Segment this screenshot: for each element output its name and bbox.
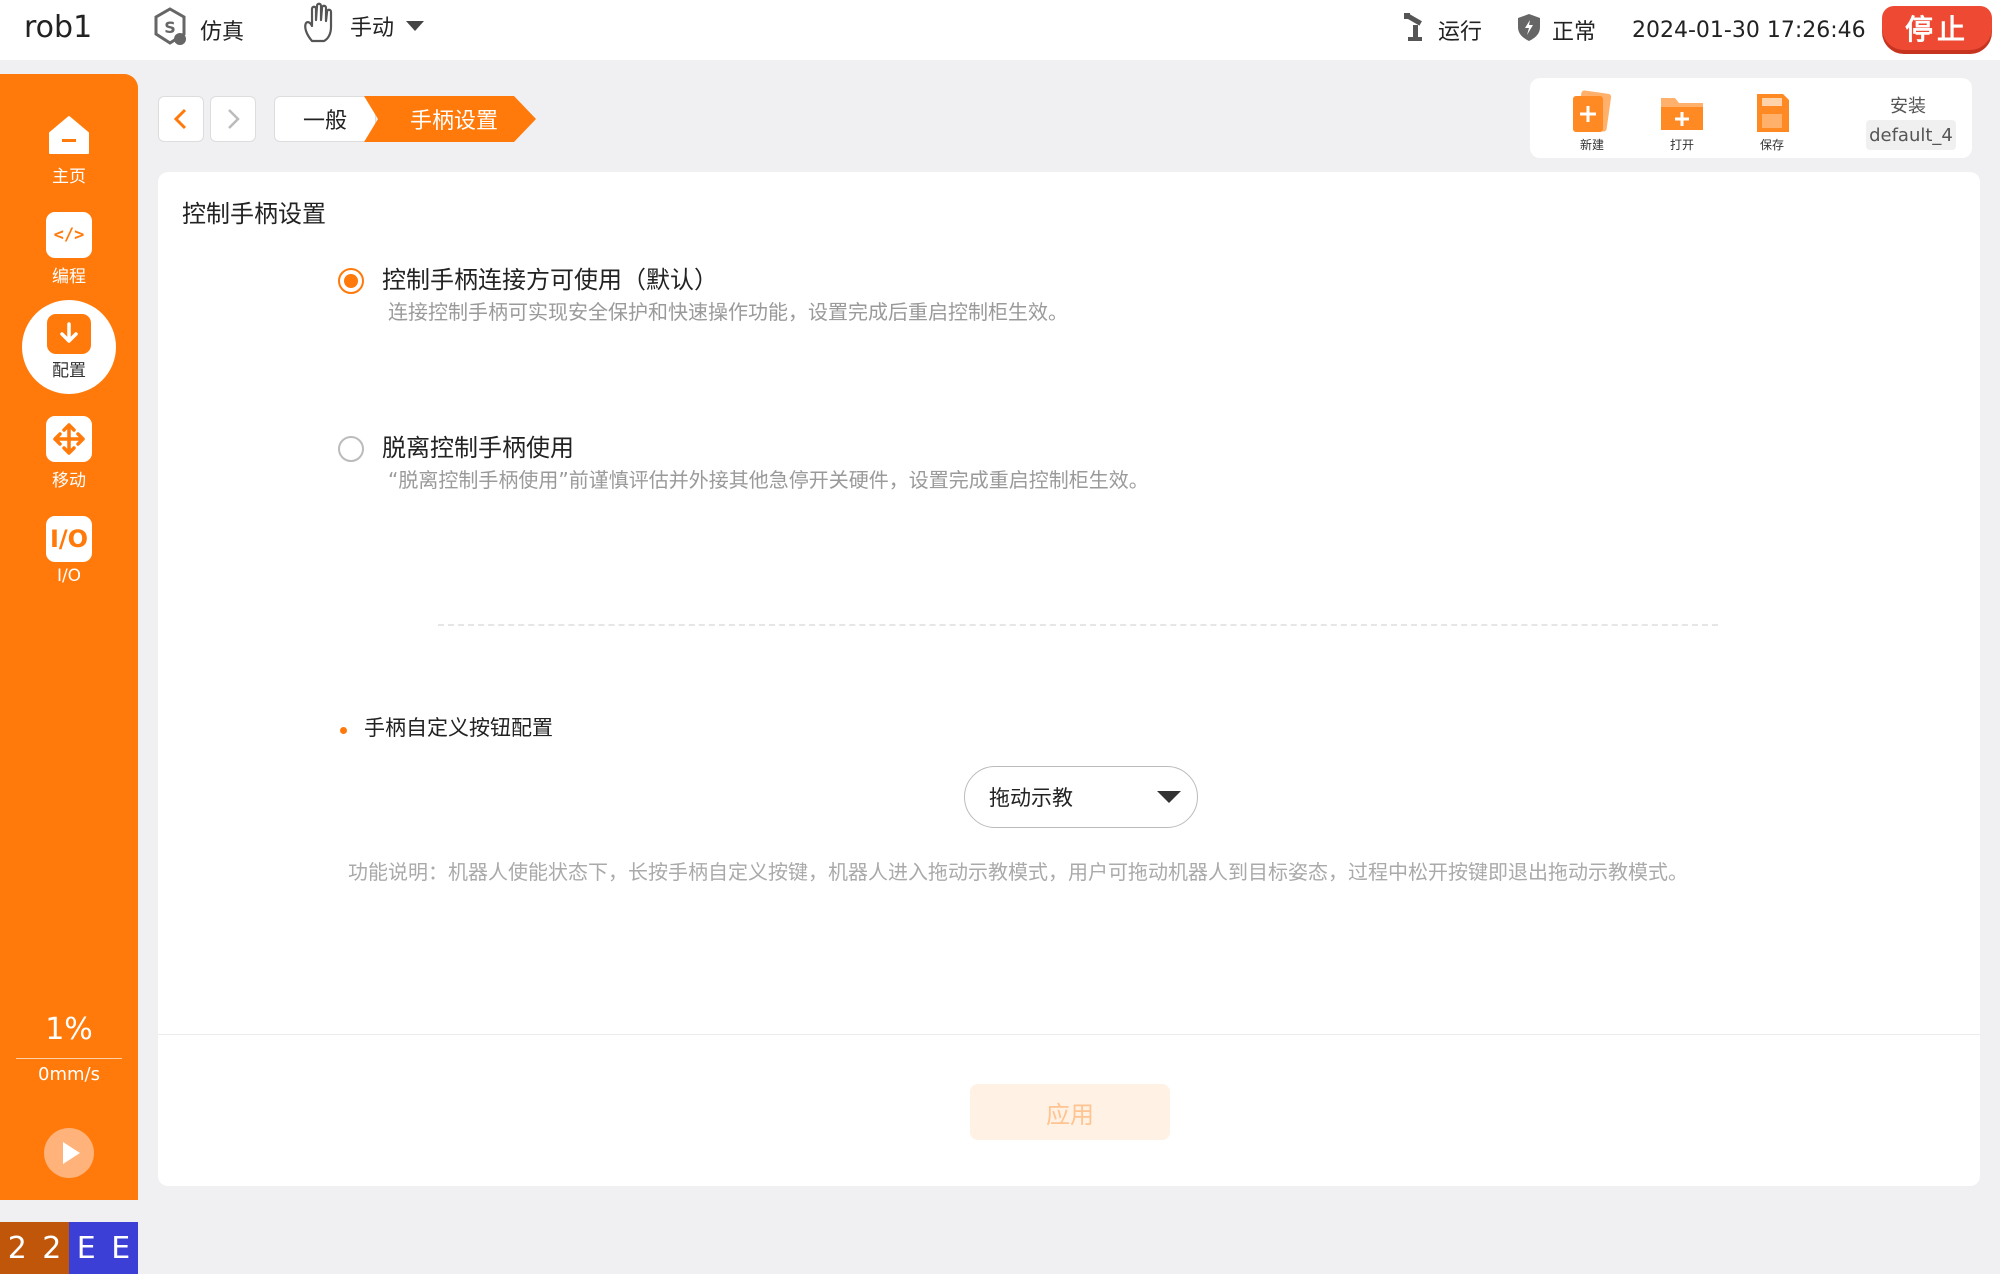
bullet-dot (340, 727, 347, 734)
svg-text:</>: </> (54, 225, 85, 245)
status-char: 2 (0, 1222, 35, 1274)
datetime: 2024-01-30 17:26:46 (1632, 17, 1866, 43)
play-icon (63, 1142, 80, 1164)
chevron-down-icon (1157, 791, 1181, 803)
sidebar-item-label: 编程 (52, 267, 86, 287)
custom-button-label: 手柄自定义按钮配置 (364, 716, 553, 740)
chevron-left-icon (173, 108, 187, 130)
back-button[interactable] (158, 96, 204, 142)
sidebar-item-label: I/O (56, 566, 82, 586)
new-file-icon (1573, 90, 1612, 132)
manual-mode-dropdown[interactable]: 手动 (300, 1, 426, 51)
stop-button[interactable]: 停止 (1882, 6, 1992, 50)
speed-divider (16, 1058, 122, 1059)
option-label[interactable]: 控制手柄连接方可使用（默认） (382, 260, 718, 295)
top-bar: rob1 S 仿真 手动 运行 正常 2024-01-30 17:26:46 停… (0, 0, 2000, 60)
hand-icon (300, 1, 340, 51)
apply-button[interactable]: 应用 (970, 1084, 1170, 1140)
new-button[interactable]: 新建 (1562, 90, 1622, 153)
run-status: 运行 (1402, 8, 1482, 52)
run-status-label: 运行 (1438, 20, 1483, 45)
page-title: 控制手柄设置 (182, 200, 326, 228)
breadcrumb-label: 手柄设置 (409, 109, 498, 134)
function-description: 功能说明：机器人使能状态下，长按手柄自定义按键，机器人进入拖动示教模式，用户可拖… (348, 860, 1688, 884)
status-char: E (69, 1222, 104, 1274)
option-desc: “脱离控制手柄使用”前谨慎评估并外接其他急停开关硬件，设置完成重启控制柜生效。 (388, 468, 1149, 492)
sidebar-item-label: 移动 (52, 471, 86, 491)
status-strip: 2 2 E E (0, 1222, 138, 1274)
option-desc: 连接控制手柄可实现安全保护和快速操作功能，设置完成后重启控制柜生效。 (388, 300, 1068, 324)
radio-pendant-detached[interactable] (338, 436, 364, 462)
chevron-right-icon (228, 109, 240, 129)
robot-name[interactable]: rob1 (24, 10, 92, 45)
config-icon (47, 313, 91, 354)
sim-mode-label: 仿真 (200, 20, 245, 45)
play-button[interactable] (44, 1128, 94, 1178)
forward-button[interactable] (210, 96, 256, 142)
sidebar-item-config[interactable]: 配置 (22, 300, 116, 394)
sidebar-item-label: 主页 (52, 167, 86, 187)
sim-shield-icon: S (150, 6, 190, 54)
sidebar-item-io[interactable]: I/O I/O (0, 516, 138, 606)
custom-button-value: 拖动示教 (989, 786, 1073, 810)
io-icon: I/O (46, 516, 92, 562)
breadcrumb-general[interactable]: 一般 (274, 96, 376, 142)
new-label: 新建 (1579, 138, 1604, 152)
sidebar: 主页 </> 编程 配置 移动 I/O I/O 1% 0mm/s 2 2 E E (0, 74, 138, 1274)
install-value[interactable]: default_4 (1866, 120, 1956, 150)
open-button[interactable]: 打开 (1652, 90, 1712, 153)
shield-icon (1516, 12, 1542, 48)
save-icon (1757, 94, 1789, 132)
speed-mm: 0mm/s (38, 1064, 100, 1085)
folder-icon (1661, 98, 1703, 130)
open-label: 打开 (1669, 138, 1694, 152)
install-label: 安装 (1890, 96, 1926, 117)
sidebar-item-label: 配置 (52, 360, 86, 381)
home-icon (46, 112, 92, 158)
safety-status: 正常 (1516, 8, 1596, 52)
status-char: E (103, 1222, 138, 1274)
settings-card: 控制手柄设置 控制手柄连接方可使用（默认） 连接控制手柄可实现安全保护和快速操作… (158, 172, 1980, 1186)
robot-arm-icon (1402, 11, 1428, 49)
sidebar-item-home[interactable]: 主页 (0, 112, 138, 202)
code-icon: </> (46, 212, 92, 258)
section-divider (438, 624, 1718, 626)
radio-pendant-required[interactable] (338, 268, 364, 294)
safety-status-label: 正常 (1552, 20, 1597, 45)
custom-button-select[interactable]: 拖动示教 (964, 766, 1198, 828)
option-label[interactable]: 脱离控制手柄使用 (382, 428, 574, 463)
breadcrumb-pendant-settings[interactable]: 手柄设置 (364, 96, 536, 142)
move-icon (46, 416, 92, 462)
sidebar-item-move[interactable]: 移动 (0, 416, 138, 506)
svg-text:S: S (164, 18, 176, 37)
save-label: 保存 (1759, 138, 1784, 152)
sidebar-item-program[interactable]: </> 编程 (0, 212, 138, 302)
speed-percent[interactable]: 1% (0, 1012, 138, 1047)
sim-mode[interactable]: S 仿真 (150, 6, 245, 54)
footer-divider (158, 1034, 1980, 1035)
save-button[interactable]: 保存 (1742, 90, 1802, 153)
chevron-down-icon (404, 14, 426, 39)
status-char: 2 (34, 1222, 69, 1274)
manual-mode-label: 手动 (350, 16, 395, 41)
